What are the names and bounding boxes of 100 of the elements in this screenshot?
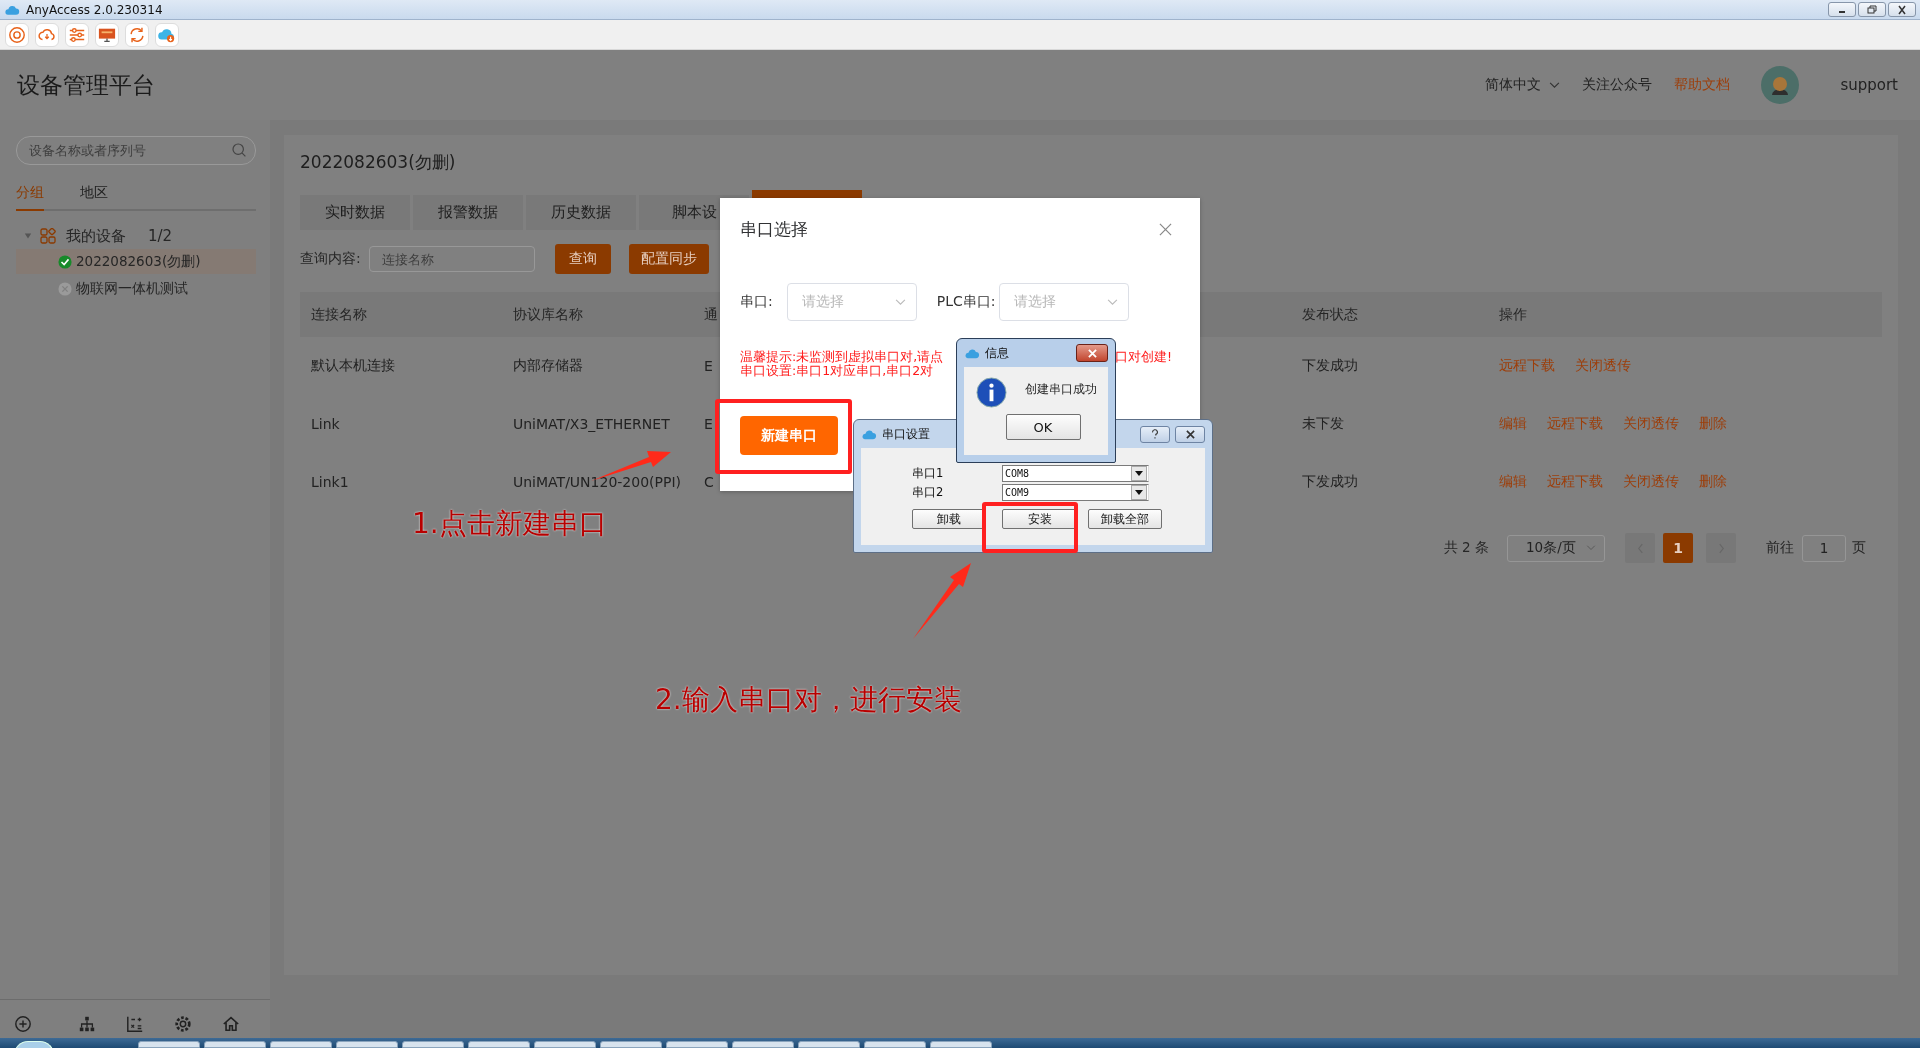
tab[interactable]: 报警数据 [413, 195, 523, 230]
table-cell: Link1 [311, 474, 349, 490]
user-name: support [1840, 76, 1898, 94]
close-button[interactable] [1888, 2, 1916, 17]
page-input[interactable]: 1 [1802, 534, 1846, 562]
help-button[interactable] [1140, 425, 1170, 443]
device-count: 1/2 [148, 227, 173, 245]
table-cell: C [704, 474, 714, 490]
toolbar-button[interactable] [35, 22, 59, 47]
taskbar-button[interactable] [468, 1041, 530, 1048]
restore-button[interactable] [1858, 2, 1886, 17]
select-field[interactable]: 请选择 [786, 283, 917, 321]
taskbar-button[interactable] [270, 1041, 332, 1048]
new-port-button[interactable]: 新建串口 [740, 416, 838, 455]
column-header: 通 [704, 305, 718, 324]
avatar[interactable] [1760, 65, 1801, 105]
taskbar-button[interactable] [138, 1041, 200, 1048]
cloud-icon [964, 347, 980, 359]
close-icon [1086, 348, 1098, 358]
column-header: 连接名称 [311, 305, 367, 324]
taskbar-button[interactable] [336, 1041, 398, 1048]
tree-group-label[interactable]: 我的设备 [66, 226, 126, 246]
home-icon[interactable] [222, 1015, 240, 1033]
toolbar-button[interactable] [5, 22, 29, 47]
taskbar-button[interactable] [534, 1041, 596, 1048]
triangle-down-icon [1135, 490, 1143, 495]
toolbar-button[interactable] [155, 22, 179, 47]
table-cell: 下发成功 [1302, 473, 1358, 491]
warning-text: 温馨提示:未监测到虚拟串口对,请点 [740, 350, 944, 364]
table-cell: E [704, 358, 713, 374]
tab[interactable]: 历史数据 [526, 195, 636, 230]
query-label: 查询内容: [300, 250, 361, 268]
page-button[interactable]: 1 [1663, 533, 1693, 563]
total-count: 共 2 条 [1443, 539, 1489, 557]
query-button[interactable]: 配置同步 [628, 244, 709, 274]
select-field[interactable]: 请选择 [999, 283, 1130, 321]
table-cell: 未下发 [1302, 415, 1344, 433]
message-text: 创建串口成功 [1025, 382, 1097, 397]
tab[interactable]: 分组 [16, 180, 44, 211]
add-icon[interactable] [14, 1015, 32, 1033]
table-cell: 内部存储器 [513, 357, 583, 375]
close-button[interactable] [1175, 425, 1205, 443]
taskbar-button[interactable] [600, 1041, 662, 1048]
taskbar-button[interactable] [666, 1041, 728, 1048]
search-icon[interactable] [231, 142, 247, 158]
toolbar-button[interactable] [125, 22, 149, 47]
tree-item[interactable]: 2022082603(勿删) [16, 249, 256, 274]
tab[interactable]: 实时数据 [300, 195, 410, 230]
sliders-icon [68, 25, 86, 44]
taskbar-button[interactable] [798, 1041, 860, 1048]
close-button[interactable] [1076, 344, 1108, 362]
language-dropdown[interactable]: 简体中文 [1485, 76, 1561, 94]
window-title: AnyAccess 2.0.230314 [26, 2, 163, 17]
dialog-title: 串口设置 [882, 425, 930, 443]
warning-text: 口对创建! [1115, 350, 1172, 364]
dropdown-button[interactable] [1131, 466, 1147, 481]
table-cell: 默认本机连接 [311, 357, 395, 375]
column-header: 发布状态 [1302, 305, 1358, 324]
query-field[interactable]: 连接名称 [368, 246, 535, 272]
gear-icon[interactable] [174, 1015, 192, 1033]
combo-box[interactable]: COM9 [1002, 484, 1149, 501]
calculator-icon[interactable] [126, 1015, 144, 1033]
taskbar-button[interactable] [204, 1041, 266, 1048]
dropdown-button[interactable] [1131, 485, 1147, 500]
field-label: 串口1 [912, 466, 945, 481]
ok-button[interactable]: OK [1005, 414, 1081, 440]
app-title: 设备管理平台 [17, 70, 155, 100]
chevron-down-icon [894, 298, 906, 306]
combo-box[interactable]: COM8 [1002, 465, 1149, 482]
field-label: PLC串口: [936, 293, 996, 311]
page-size-dropdown[interactable]: 10条/页 [1507, 534, 1605, 562]
restore-icon [1866, 4, 1878, 15]
chevron-down-icon [1107, 298, 1119, 306]
query-button[interactable]: 查询 [554, 244, 611, 274]
taskbar-button[interactable] [402, 1041, 464, 1048]
tab[interactable]: 地区 [80, 180, 108, 211]
device-title: 2022082603(勿删) [300, 151, 457, 173]
page-suffix: 页 [1852, 539, 1866, 557]
toolbar-button[interactable] [65, 22, 89, 47]
close-icon [1896, 4, 1908, 15]
taskbar-button[interactable] [732, 1041, 794, 1048]
minimize-button[interactable] [1828, 2, 1856, 17]
taskbar-button[interactable] [864, 1041, 926, 1048]
close-icon[interactable] [1159, 223, 1172, 236]
hierarchy-icon[interactable] [78, 1015, 96, 1033]
dialog-button[interactable]: 卸载全部 [1088, 509, 1162, 529]
chevron-down-icon [1549, 81, 1561, 89]
table-cell: Link [311, 416, 340, 432]
target-icon [8, 25, 26, 44]
caret-icon[interactable] [24, 232, 32, 240]
column-header: 操作 [1499, 305, 1527, 324]
question-mark-icon [1151, 429, 1159, 439]
search-field[interactable]: 设备名称或者序列号 [16, 136, 256, 165]
dialog-title: 信息 [985, 344, 1009, 362]
warning-text: 串口设置:串口1对应串口,串口2对 [740, 364, 934, 378]
toolbar-button[interactable] [95, 22, 119, 47]
tree-item[interactable]: 物联网一体机测试 [16, 276, 256, 301]
column-header: 协议库名称 [513, 305, 583, 324]
taskbar-button[interactable] [930, 1041, 992, 1048]
follow-link[interactable]: 关注公众号 [1582, 76, 1653, 94]
